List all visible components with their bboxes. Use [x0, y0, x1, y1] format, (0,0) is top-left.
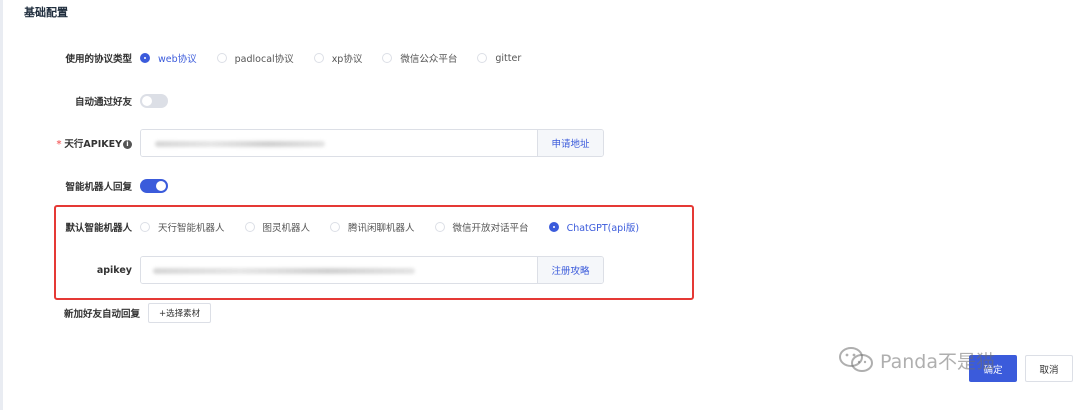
- confirm-button[interactable]: 确定: [969, 355, 1017, 382]
- radio-tencent-chat-robot[interactable]: 腾讯闲聊机器人: [330, 220, 415, 234]
- new-friend-reply-label: 新加好友自动回复: [63, 309, 140, 320]
- radio-dot-icon: [434, 222, 445, 232]
- protocol-row: 使用的协议类型 web协议 padlocal协议 xp协议 微信公众平台 git…: [0, 46, 541, 70]
- radio-chatgpt-api[interactable]: ChatGPT(api版): [548, 220, 639, 234]
- radio-dot-icon: [313, 53, 324, 63]
- protocol-radio-group: web协议 padlocal协议 xp协议 微信公众平台 gitter: [140, 51, 541, 65]
- apikey-input[interactable]: [141, 257, 537, 283]
- radio-web-protocol[interactable]: web协议: [140, 51, 197, 65]
- auto-accept-switch[interactable]: [140, 94, 168, 108]
- tianxing-apikey-input-group: 申请地址: [140, 129, 604, 157]
- section-title: 基础配置: [24, 6, 68, 19]
- radio-gitter[interactable]: gitter: [477, 53, 521, 64]
- info-icon: i: [123, 140, 132, 149]
- radio-wechat-official[interactable]: 微信公众平台: [382, 51, 457, 65]
- auto-accept-row: 自动通过好友: [0, 89, 168, 113]
- radio-padlocal-protocol[interactable]: padlocal协议: [216, 51, 294, 65]
- radio-xp-protocol[interactable]: xp协议: [313, 51, 362, 65]
- radio-dot-icon: [477, 53, 488, 63]
- radio-dot-icon: [140, 53, 150, 63]
- apikey-row: apikey 注册攻略: [0, 256, 604, 284]
- wechat-icon: [839, 347, 873, 372]
- switch-knob: [156, 181, 166, 191]
- masked-value: [153, 268, 415, 274]
- apikey-input-group: 注册攻略: [140, 256, 604, 284]
- radio-dot-icon: [140, 222, 150, 232]
- default-robot-radio-group: 天行智能机器人 图灵机器人 腾讯闲聊机器人 微信开放对话平台 ChatGPT(a…: [140, 220, 659, 234]
- robot-reply-row: 智能机器人回复: [0, 174, 168, 198]
- apply-address-button[interactable]: 申请地址: [537, 130, 603, 156]
- radio-wechat-open-dialog[interactable]: 微信开放对话平台: [434, 220, 529, 234]
- apikey-label: apikey: [96, 264, 132, 276]
- protocol-label: 使用的协议类型: [65, 54, 132, 65]
- tianxing-apikey-row: * 天行APIKEY i 申请地址: [0, 129, 604, 157]
- tianxing-apikey-label: * 天行APIKEY i: [0, 136, 140, 150]
- radio-dot-icon: [244, 222, 255, 232]
- switch-knob: [142, 96, 152, 106]
- new-friend-reply-row: 新加好友自动回复 +选择素材: [0, 302, 212, 324]
- radio-turing-robot[interactable]: 图灵机器人: [244, 220, 310, 234]
- default-robot-row: 默认智能机器人 天行智能机器人 图灵机器人 腾讯闲聊机器人 微信开放对话平台 C…: [0, 215, 659, 239]
- radio-dot-icon: [330, 222, 341, 232]
- tianxing-apikey-input[interactable]: [141, 130, 537, 156]
- radio-tianxing-robot[interactable]: 天行智能机器人: [140, 220, 225, 234]
- robot-reply-label: 智能机器人回复: [65, 182, 132, 193]
- register-guide-button[interactable]: 注册攻略: [537, 257, 603, 283]
- cancel-button[interactable]: 取消: [1025, 355, 1073, 382]
- radio-dot-icon: [548, 222, 559, 232]
- required-mark: *: [56, 139, 62, 150]
- radio-dot-icon: [382, 53, 393, 63]
- select-material-button[interactable]: +选择素材: [148, 303, 212, 323]
- masked-value: [155, 141, 325, 147]
- radio-dot-icon: [216, 53, 227, 63]
- default-robot-label: 默认智能机器人: [65, 223, 132, 234]
- robot-reply-switch[interactable]: [140, 179, 168, 193]
- auto-accept-label: 自动通过好友: [74, 97, 132, 108]
